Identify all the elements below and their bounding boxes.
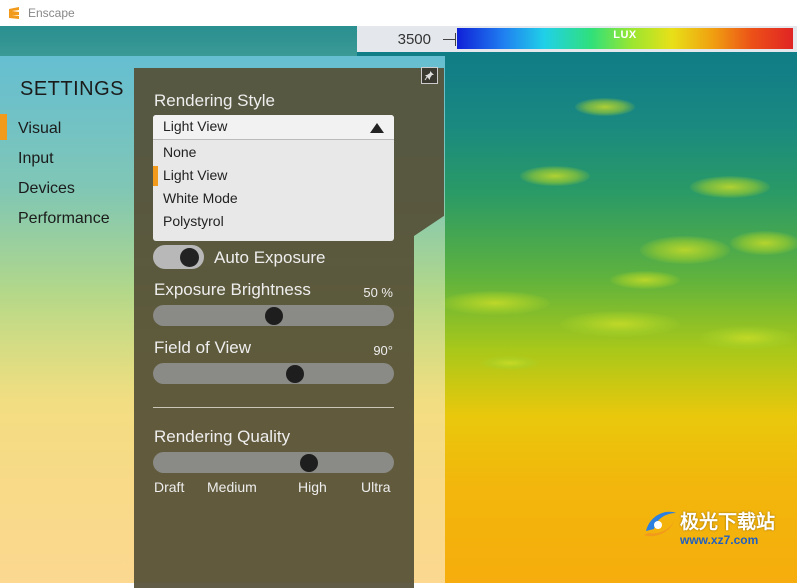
triangle-up-icon[interactable]: [370, 123, 384, 133]
option-polystyrol[interactable]: Polystyrol: [163, 213, 224, 229]
option-none[interactable]: None: [163, 144, 196, 160]
option-selected-indicator: [153, 166, 158, 186]
field-of-view-label: Field of View: [154, 338, 252, 357]
slider-knob[interactable]: [264, 307, 283, 325]
panel-ear: [414, 68, 444, 236]
settings-panel-layer: Rendering Style Light View None Light Vi…: [0, 26, 797, 588]
rendering-style-label: Rendering Style: [154, 91, 275, 110]
slider-knob[interactable]: [286, 365, 305, 383]
toggle-knob: [180, 248, 199, 267]
auto-exposure-toggle[interactable]: [153, 245, 204, 269]
dropdown-selected-value: Light View: [163, 118, 228, 134]
divider: [153, 407, 394, 408]
field-of-view-slider[interactable]: [153, 363, 394, 384]
rendering-quality-label: Rendering Quality: [154, 427, 291, 446]
quality-level-ultra[interactable]: Ultra: [361, 479, 391, 495]
exposure-brightness-slider[interactable]: [153, 305, 394, 326]
slider-knob[interactable]: [299, 454, 318, 472]
quality-level-medium[interactable]: Medium: [207, 479, 257, 495]
watermark-text: 极光下载站: [680, 511, 776, 533]
option-white-mode[interactable]: White Mode: [163, 190, 238, 206]
exposure-brightness-value: 50 %: [363, 285, 393, 300]
auto-exposure-label: Auto Exposure: [214, 248, 326, 267]
title-bar: Enscape: [0, 0, 797, 26]
quality-level-draft[interactable]: Draft: [154, 479, 184, 495]
option-light-view[interactable]: Light View: [163, 167, 227, 183]
dropdown-header[interactable]: Light View: [153, 115, 394, 140]
quality-level-high[interactable]: High: [298, 479, 327, 495]
rendering-quality-slider[interactable]: [153, 452, 394, 473]
watermark-url: www.xz7.com: [680, 533, 759, 547]
pin-icon[interactable]: [421, 67, 438, 84]
watermark-logo-icon: [644, 511, 676, 537]
window-title: Enscape: [28, 6, 75, 20]
exposure-brightness-label: Exposure Brightness: [154, 280, 311, 299]
field-of-view-value: 90°: [373, 343, 393, 358]
rendering-style-dropdown[interactable]: Light View None Light View White Mode Po…: [153, 115, 394, 241]
watermark: 极光下载站 www.xz7.com: [640, 503, 790, 549]
enscape-logo-icon: [7, 6, 21, 20]
